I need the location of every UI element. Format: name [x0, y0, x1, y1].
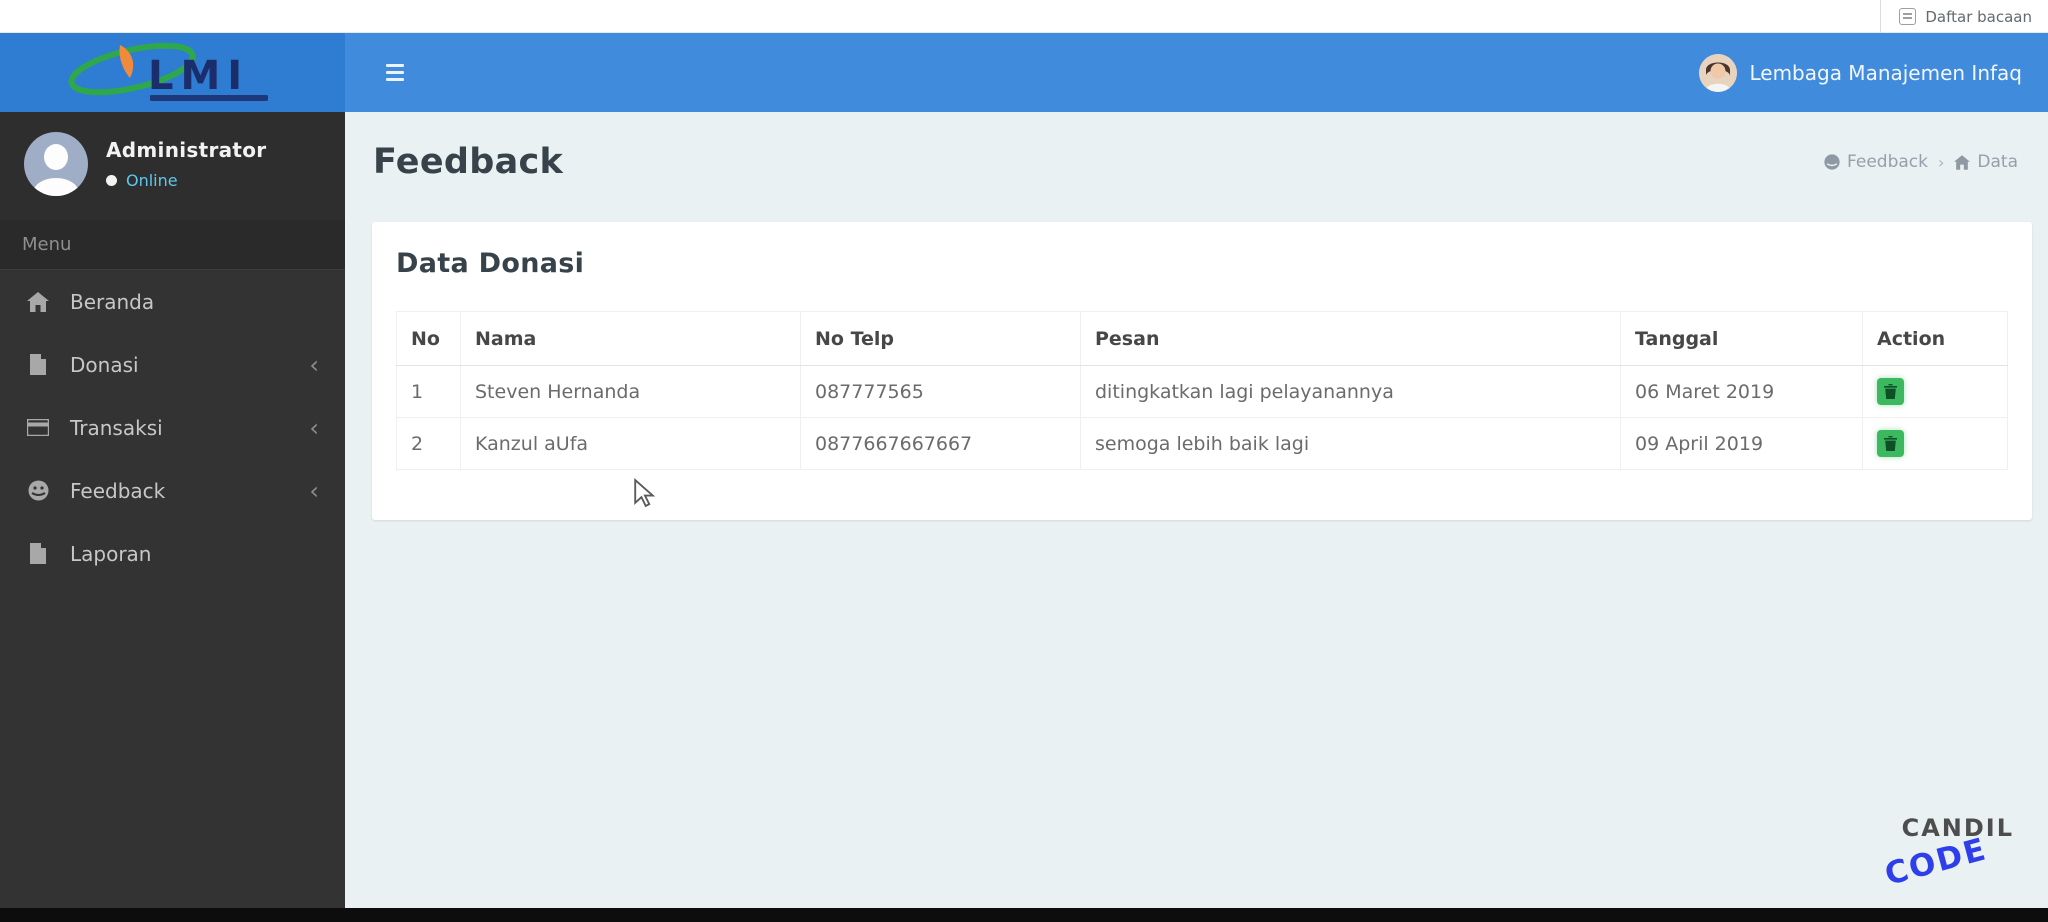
delete-button[interactable]: [1877, 430, 1904, 457]
reading-list-icon: [1899, 8, 1917, 25]
breadcrumb-feedback[interactable]: Feedback: [1824, 152, 1928, 172]
lmi-logo-icon: LMI: [68, 42, 268, 101]
watermark-line2: CODE: [1881, 831, 1991, 893]
sidebar: Administrator Online Menu Beranda Donasi…: [0, 112, 345, 908]
window-bottom-bar: [0, 908, 2048, 922]
cell-notelp: 0877667667667: [800, 417, 1081, 470]
navbar-user-menu[interactable]: Lembaga Manajemen Infaq: [1699, 33, 2022, 112]
table-row: 2 Kanzul aUfa 0877667667667 semoga lebih…: [396, 417, 2008, 470]
cell-pesan: ditingkatkan lagi pelayanannya: [1080, 365, 1621, 418]
table-row: 1 Steven Hernanda 087777565 ditingkatkan…: [396, 365, 2008, 418]
col-header-nama: Nama: [460, 311, 801, 366]
sidebar-item-label: Donasi: [70, 352, 139, 377]
col-header-notelp: No Telp: [800, 311, 1081, 366]
chevron-left-icon: ‹: [309, 413, 319, 442]
navbar-body: Lembaga Manajemen Infaq: [345, 33, 2048, 112]
cell-notelp: 087777565: [800, 365, 1081, 418]
svg-text:LMI: LMI: [148, 53, 249, 99]
cell-tanggal: 09 April 2019: [1620, 417, 1863, 470]
cell-no: 2: [396, 417, 461, 470]
top-navbar: LMI Lembaga Manajemen Infaq: [0, 33, 2048, 112]
table-header-row: No Nama No Telp Pesan Tanggal Action: [396, 311, 2008, 366]
delete-button[interactable]: [1877, 378, 1904, 405]
cell-nama: Steven Hernanda: [460, 365, 801, 418]
online-status-label: Online: [126, 171, 178, 190]
feedback-icon: [26, 479, 50, 503]
trash-icon: [1884, 384, 1897, 399]
sidebar-item-label: Feedback: [70, 478, 166, 503]
brand-logo[interactable]: LMI: [0, 33, 345, 112]
chevron-left-icon: ‹: [309, 350, 319, 379]
sidebar-toggle-button[interactable]: [375, 53, 415, 93]
sidebar-menu-header: Menu: [0, 220, 345, 270]
reading-list-label: Daftar bacaan: [1925, 7, 2032, 26]
breadcrumb-separator-icon: ›: [1938, 152, 1945, 172]
page-title: Feedback: [373, 142, 564, 182]
trash-icon: [1884, 436, 1897, 451]
card-icon: [26, 416, 50, 440]
sidebar-item-donasi[interactable]: Donasi ‹: [0, 333, 345, 396]
navbar-avatar: [1699, 53, 1738, 92]
sidebar-item-feedback[interactable]: Feedback ‹: [0, 459, 345, 522]
chevron-left-icon: ‹: [309, 476, 319, 505]
sidebar-item-beranda[interactable]: Beranda: [0, 270, 345, 333]
sidebar-item-label: Beranda: [70, 289, 155, 314]
home-icon: [26, 290, 50, 314]
main-content: Feedback Feedback › Data Data Donasi No …: [345, 112, 2048, 908]
col-header-no: No: [396, 311, 461, 366]
cell-pesan: semoga lebih baik lagi: [1080, 417, 1621, 470]
sidebar-item-label: Transaksi: [70, 415, 163, 440]
sidebar-user-panel: Administrator Online: [0, 112, 345, 220]
breadcrumb: Feedback › Data: [1824, 152, 2018, 172]
data-donasi-card: Data Donasi No Nama No Telp Pesan Tangga…: [372, 222, 2032, 520]
feedback-table: No Nama No Telp Pesan Tanggal Action 1 S…: [396, 311, 2008, 470]
online-status-icon: [106, 175, 117, 186]
browser-bookmarks-bar: Daftar bacaan: [0, 0, 2048, 33]
col-header-tanggal: Tanggal: [1620, 311, 1863, 366]
sidebar-item-label: Laporan: [70, 541, 152, 566]
navbar-user-label: Lembaga Manajemen Infaq: [1749, 60, 2022, 85]
col-header-pesan: Pesan: [1080, 311, 1621, 366]
cell-nama: Kanzul aUfa: [460, 417, 801, 470]
breadcrumb-data[interactable]: Data: [1954, 152, 2018, 172]
file-icon: [26, 353, 50, 377]
watermark-line1: CANDIL: [1901, 814, 2014, 842]
watermark: CANDIL CODE: [1881, 814, 2014, 893]
user-avatar: [24, 132, 88, 196]
user-name: Administrator: [106, 138, 267, 162]
feedback-icon: [1824, 154, 1840, 170]
cell-no: 1: [396, 365, 461, 418]
cell-tanggal: 06 Maret 2019: [1620, 365, 1863, 418]
col-header-action: Action: [1862, 311, 2008, 366]
sidebar-item-laporan[interactable]: Laporan: [0, 522, 345, 585]
reading-list-button[interactable]: Daftar bacaan: [1880, 0, 2032, 33]
home-icon: [1954, 154, 1971, 170]
card-title: Data Donasi: [396, 248, 585, 279]
file-icon: [26, 542, 50, 566]
sidebar-item-transaksi[interactable]: Transaksi ‹: [0, 396, 345, 459]
